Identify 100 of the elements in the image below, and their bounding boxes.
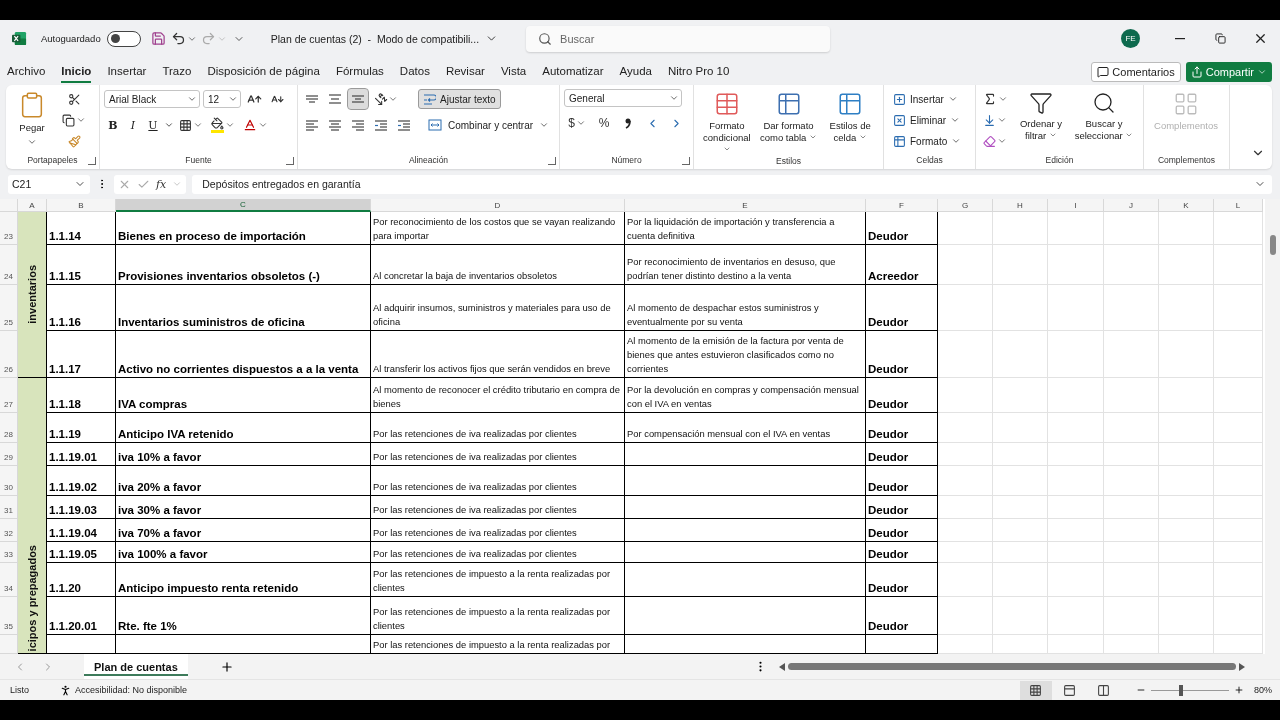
dialog-launcher-icon[interactable] <box>548 157 556 166</box>
column-header[interactable]: K <box>1159 199 1214 213</box>
percent-button[interactable]: % <box>594 113 614 134</box>
row-header[interactable] <box>0 635 18 655</box>
insert-cells-button[interactable]: Insertar <box>888 89 971 110</box>
name-box[interactable]: C21 <box>8 174 90 194</box>
user-avatar[interactable]: FE <box>1121 29 1140 49</box>
column-header[interactable]: F <box>866 199 938 213</box>
formula-field[interactable]: Depósitos entregados en garantía <box>192 174 1272 194</box>
row-header[interactable]: 32 <box>0 519 18 543</box>
scroll-left-icon[interactable] <box>778 662 785 671</box>
autosave-toggle[interactable] <box>106 30 141 47</box>
bottom-align-button[interactable] <box>348 89 368 110</box>
dialog-launcher-icon[interactable] <box>682 157 690 166</box>
row-header[interactable]: 31 <box>0 496 18 520</box>
redo-icon <box>200 31 216 47</box>
empty-cell[interactable] <box>625 496 866 520</box>
zoom-in-icon[interactable] <box>1234 685 1244 696</box>
column-header[interactable]: I <box>1048 199 1104 213</box>
menu-tab[interactable]: Trazo <box>162 60 192 83</box>
table-cell: 1.1.18 <box>49 397 81 412</box>
merge-center-button[interactable]: Combinar y centrar <box>423 115 555 136</box>
table-cell: Deudor <box>868 229 909 244</box>
menu-tab[interactable]: Datos <box>399 60 430 83</box>
slider-thumb[interactable] <box>1179 684 1184 696</box>
row-header[interactable]: 28 <box>0 413 18 444</box>
empty-cell[interactable] <box>625 519 866 543</box>
menu-tab[interactable]: Revisar <box>445 60 485 83</box>
row-header[interactable]: 35 <box>0 597 18 636</box>
menu-tab[interactable]: Vista <box>500 60 527 83</box>
menu-tab[interactable]: Fórmulas <box>335 60 384 83</box>
row-header[interactable]: 30 <box>0 466 18 497</box>
share-button[interactable]: Compartir <box>1185 61 1272 82</box>
document-title[interactable]: Plan de cuentas (2) - Modo de compatibili... <box>270 32 499 46</box>
add-sheet-icon[interactable] <box>219 659 234 674</box>
column-header[interactable]: D <box>371 199 625 213</box>
search-field[interactable]: Buscar <box>526 25 831 52</box>
empty-cell[interactable] <box>625 443 866 467</box>
row-header[interactable]: 25 <box>0 285 18 332</box>
menu-tab[interactable]: Insertar <box>107 60 147 83</box>
row-header[interactable]: 24 <box>0 245 18 286</box>
menu-tab[interactable]: Archivo <box>7 60 46 83</box>
scroll-right-icon[interactable] <box>1238 662 1245 671</box>
accessibility-status[interactable]: Accesibilidad: No disponible <box>75 685 188 696</box>
table-cell: Por las retenciones de iva realizadas por clientes <box>373 526 577 541</box>
dialog-launcher-icon[interactable] <box>88 157 96 166</box>
column-header[interactable]: E <box>625 199 866 213</box>
font-size-select[interactable]: 12 <box>203 90 241 109</box>
column-header[interactable]: C <box>116 199 371 213</box>
comments-button[interactable]: Comentarios <box>1091 61 1181 82</box>
table-cell: Deudor <box>868 397 909 412</box>
menu-tab[interactable]: Inicio <box>61 60 92 83</box>
empty-cell[interactable] <box>625 542 866 564</box>
menu-tab[interactable]: Automatizar <box>542 60 604 83</box>
delete-cells-button[interactable]: Eliminar <box>888 110 971 131</box>
menu-tab[interactable]: Nitro Pro 10 <box>668 60 730 83</box>
sort-filter-button[interactable]: Ordenar y filtrar <box>1014 89 1068 143</box>
column-header[interactable]: B <box>47 199 116 213</box>
column-header[interactable]: L <box>1214 199 1263 213</box>
empty-cell[interactable] <box>625 597 866 636</box>
table-cell-text: Al momento de la emisión de la factura por venta de bienes que antes estuvieron clasificados como no corrientes <box>627 334 845 377</box>
group-label: Alineación <box>408 155 449 168</box>
row-header[interactable]: 27 <box>0 378 18 414</box>
number-format-select[interactable]: General <box>564 89 682 108</box>
zoom-level[interactable]: 80% <box>1254 685 1272 696</box>
row-header[interactable]: 34 <box>0 563 18 598</box>
row-header[interactable]: 26 <box>0 331 18 379</box>
row-header[interactable]: 29 <box>0 443 18 467</box>
row-header[interactable]: 23 <box>0 212 18 246</box>
insert-function-button[interactable]: fx <box>156 177 167 191</box>
column-header[interactable]: H <box>993 199 1048 213</box>
cell-styles-button[interactable]: Estilos de celda <box>821 89 879 145</box>
format-cells-button[interactable]: Formato <box>888 131 971 152</box>
underline-button[interactable]: U <box>144 115 162 136</box>
find-select-button[interactable]: Buscar y seleccionar <box>1072 89 1136 143</box>
empty-cell[interactable] <box>625 563 866 598</box>
sheet-tab[interactable]: Plan de cuentas <box>84 654 188 680</box>
columns-icon <box>1097 683 1111 697</box>
italic-button[interactable]: I <box>124 115 142 136</box>
currency-button[interactable]: $ <box>564 113 590 134</box>
row-header[interactable]: 33 <box>0 542 18 564</box>
column-header[interactable]: J <box>1104 199 1159 213</box>
select-all-button[interactable] <box>0 199 18 213</box>
menu-tab[interactable]: Disposición de página <box>207 60 320 83</box>
wrap-text-button[interactable]: Ajustar texto <box>418 89 501 110</box>
lines-icon <box>306 95 318 104</box>
column-header[interactable]: G <box>938 199 993 213</box>
conditional-format-button[interactable]: Formato condicional <box>698 89 756 157</box>
bold-button[interactable]: B <box>104 115 122 136</box>
group-label: inventarios <box>26 265 38 324</box>
normal-view-button[interactable] <box>1020 680 1052 700</box>
x-square-icon <box>893 113 906 127</box>
font-family-select[interactable]: Arial Black <box>104 90 200 109</box>
paste-button[interactable]: Pegar <box>10 89 54 148</box>
lines-icon <box>329 119 341 131</box>
column-header[interactable]: A <box>18 199 47 213</box>
empty-cell[interactable] <box>625 466 866 497</box>
dialog-launcher-icon[interactable] <box>286 157 294 166</box>
menu-tab[interactable]: Ayuda <box>619 60 652 83</box>
format-as-table-button[interactable]: Dar formato como tabla <box>759 89 818 145</box>
